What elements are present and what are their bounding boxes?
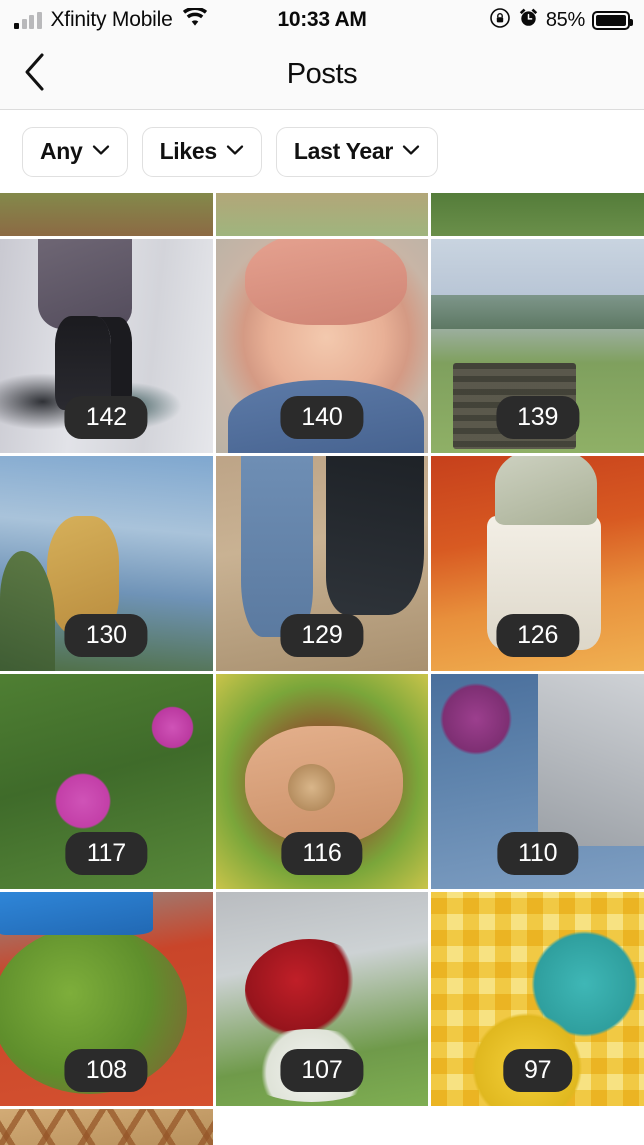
nav-bar: Posts <box>0 40 644 110</box>
post-tile-placeholder <box>431 1109 644 1145</box>
post-tile[interactable]: 139 <box>431 238 644 454</box>
post-thumbnail <box>0 1109 213 1145</box>
like-count-badge: 130 <box>64 614 148 658</box>
filter-label-likes: Likes <box>159 138 218 164</box>
chevron-down-icon <box>226 143 244 161</box>
post-thumbnail <box>431 193 644 236</box>
wifi-icon <box>182 6 208 33</box>
post-tile[interactable]: 129 <box>215 456 429 672</box>
like-count-badge: 97 <box>502 1049 573 1093</box>
like-count-badge: 129 <box>280 614 364 658</box>
back-button[interactable] <box>0 40 70 110</box>
status-bar-right: 85% <box>489 7 633 34</box>
post-tile[interactable]: 116 <box>215 674 429 889</box>
post-tile[interactable]: 140 <box>215 238 429 454</box>
like-count-badge: 108 <box>64 1049 148 1093</box>
chevron-left-icon <box>22 52 48 97</box>
post-tile[interactable] <box>0 1109 213 1145</box>
filter-label-timerange: Last Year <box>293 138 394 164</box>
post-tile[interactable]: 130 <box>0 456 213 672</box>
filter-pill-timerange[interactable]: Last Year <box>275 126 439 177</box>
post-tile[interactable]: 142 <box>0 238 213 454</box>
rotation-lock-icon <box>489 7 511 34</box>
like-count-badge: 116 <box>281 831 363 875</box>
status-bar: Xfinity Mobile 10:33 AM 85% <box>0 0 644 40</box>
posts-grid: 142 140 139 130 129 126 117 116 110 108 107 97 <box>0 193 644 1145</box>
chevron-down-icon <box>402 143 420 161</box>
like-count-badge: 140 <box>280 396 364 440</box>
filter-label-any: Any <box>40 138 83 164</box>
like-count-badge: 107 <box>280 1049 364 1093</box>
alarm-clock-icon <box>518 7 539 33</box>
filter-bar: Any Likes Last Year <box>0 110 644 193</box>
page-title: Posts <box>286 58 358 90</box>
post-tile[interactable]: 108 <box>0 891 213 1107</box>
filter-pill-any[interactable]: Any <box>22 126 128 177</box>
post-tile-placeholder <box>215 1109 429 1145</box>
like-count-badge: 110 <box>497 831 579 875</box>
battery-percent-label: 85% <box>545 8 585 31</box>
post-tile[interactable]: 97 <box>431 891 644 1107</box>
post-tile[interactable]: 117 <box>0 674 213 889</box>
post-tile[interactable]: 110 <box>431 674 644 889</box>
like-count-badge: 117 <box>65 831 147 875</box>
post-tile[interactable]: 107 <box>215 891 429 1107</box>
carrier-label: Xfinity Mobile <box>50 8 173 31</box>
like-count-badge: 126 <box>496 614 580 658</box>
signal-bars-icon <box>14 11 42 29</box>
post-tile[interactable] <box>431 193 644 236</box>
post-tile[interactable]: 126 <box>431 456 644 672</box>
posts-grid-scroll-area[interactable]: 142 140 139 130 129 126 117 116 110 108 107 97 <box>0 193 644 1145</box>
post-tile[interactable] <box>215 193 429 236</box>
like-count-badge: 142 <box>64 396 148 440</box>
battery-icon <box>592 10 633 30</box>
filter-pill-likes[interactable]: Likes <box>141 126 262 177</box>
chevron-down-icon <box>92 143 110 161</box>
status-bar-left: Xfinity Mobile <box>14 6 208 33</box>
post-thumbnail <box>0 193 213 236</box>
post-thumbnail <box>215 193 429 236</box>
like-count-badge: 139 <box>496 396 580 440</box>
post-tile[interactable] <box>0 193 213 236</box>
